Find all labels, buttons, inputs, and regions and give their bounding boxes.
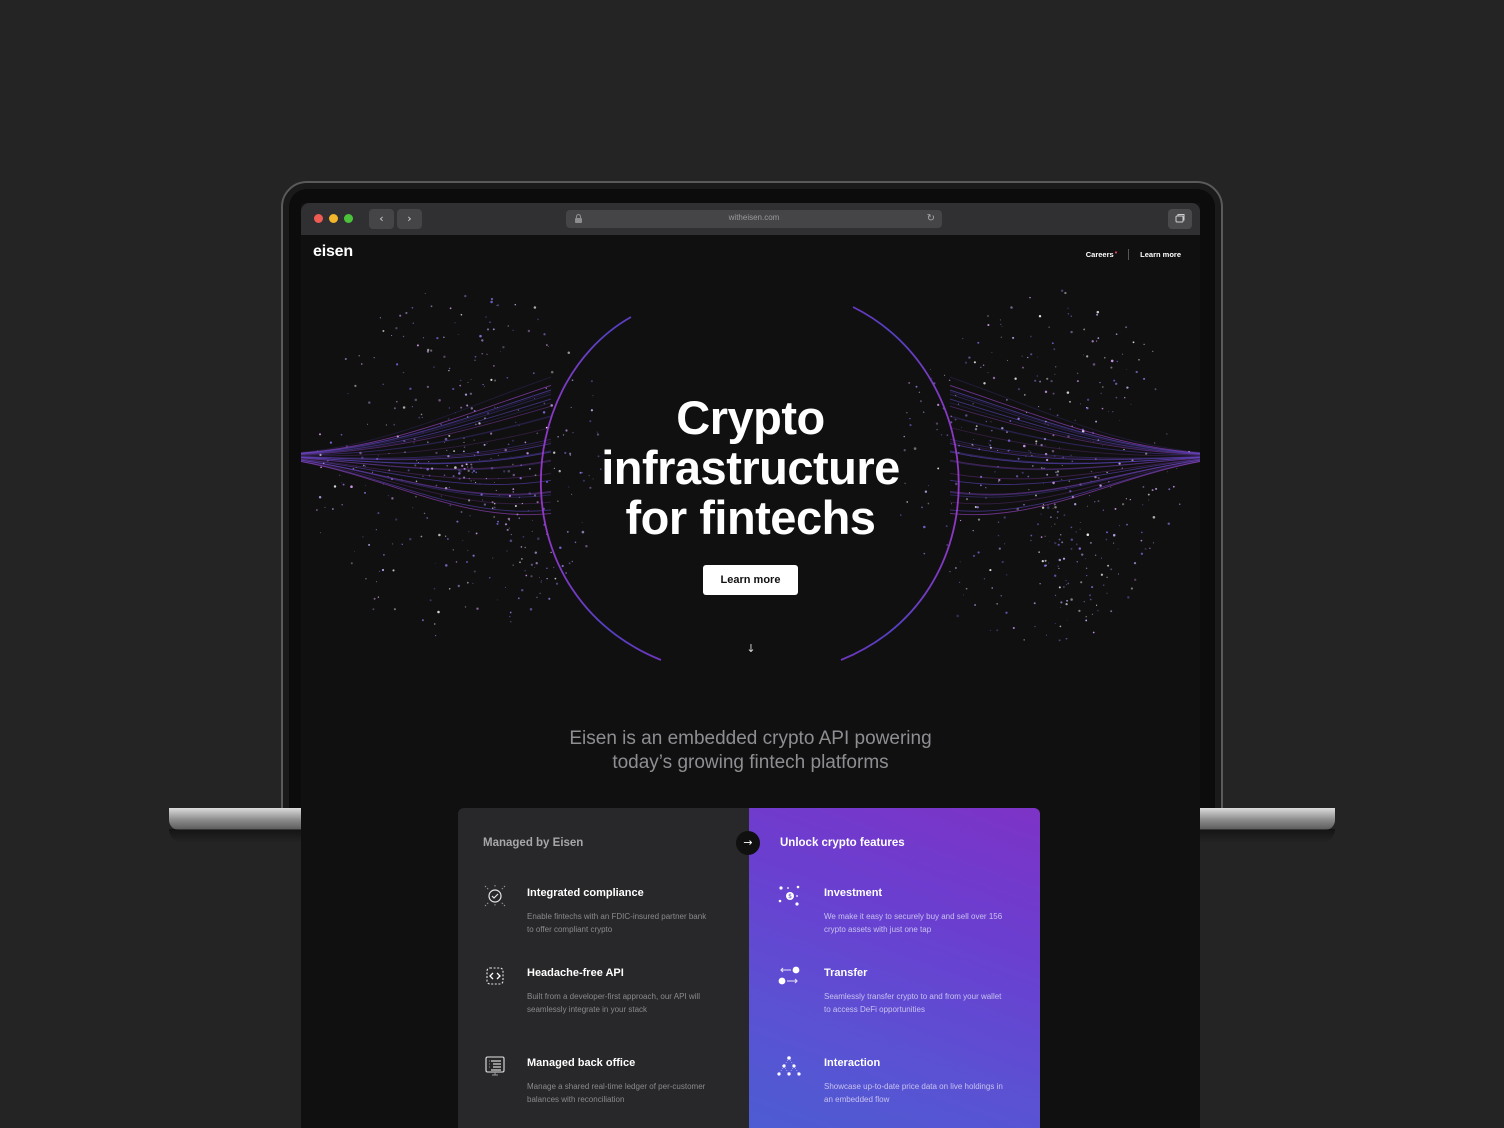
url-text: witheisen.com xyxy=(728,213,780,222)
managed-by-eisen-panel: Managed by Eisen Integrated compliance E… xyxy=(458,808,749,1128)
browser-window: ‹ › witheisen.com ↻ eisen Careers• Learn… xyxy=(301,203,1200,1128)
feature-title: Investment xyxy=(824,887,883,899)
forward-button[interactable]: › xyxy=(397,209,422,229)
maximize-window-button[interactable] xyxy=(344,214,353,223)
unlock-crypto-features-panel: Unlock crypto features $ Investment We m… xyxy=(749,808,1040,1128)
nav-careers-label: Careers xyxy=(1085,250,1114,259)
back-button[interactable]: ‹ xyxy=(369,209,394,229)
tagline-line: today’s growing fintech platforms xyxy=(612,752,889,773)
investment-icon: $ xyxy=(778,885,800,906)
managed-heading: Managed by Eisen xyxy=(483,837,584,849)
learn-more-button[interactable]: Learn more xyxy=(703,565,798,595)
chevron-left-icon: ‹ xyxy=(379,212,384,225)
feature-managed-back-office: Managed back office Manage a shared real… xyxy=(458,1054,749,1124)
tabs-button[interactable] xyxy=(1168,209,1192,229)
feature-description: Enable fintechs with an FDIC-insured par… xyxy=(527,912,707,934)
feature-integrated-compliance: Integrated compliance Enable fintechs wi… xyxy=(458,884,749,954)
arrow-down-icon[interactable]: ↓ xyxy=(742,642,760,656)
feature-transfer: Transfer Seamlessly transfer crypto to a… xyxy=(749,964,1040,1034)
feature-title: Integrated compliance xyxy=(527,887,644,899)
tagline-line: Eisen is an embedded crypto API powering xyxy=(569,728,932,749)
feature-title: Interaction xyxy=(824,1057,881,1069)
hero-title-line: infrastructure xyxy=(601,441,900,494)
ledger-icon xyxy=(485,1056,505,1076)
hero-title-line: for fintechs xyxy=(625,491,876,544)
mockup-stage: ‹ › witheisen.com ↻ eisen Careers• Learn… xyxy=(0,0,1504,1128)
hero-title: Crypto infrastructure for fintechs xyxy=(301,393,1200,543)
feature-description: Showcase up-to-date price data on live h… xyxy=(824,1082,1003,1104)
nav-divider xyxy=(1128,249,1130,260)
feature-headache-free-api: Headache-free API Built from a developer… xyxy=(458,964,749,1034)
compliance-icon xyxy=(484,885,506,907)
reload-icon[interactable]: ↻ xyxy=(927,213,935,224)
feature-title: Transfer xyxy=(824,967,868,979)
address-bar[interactable]: witheisen.com ↻ xyxy=(566,210,942,228)
feature-title: Managed back office xyxy=(527,1057,636,1069)
minimize-window-button[interactable] xyxy=(329,214,338,223)
arrow-right-icon: → xyxy=(736,831,760,855)
hero-title-line: Crypto xyxy=(676,391,825,444)
close-window-button[interactable] xyxy=(314,214,323,223)
api-icon xyxy=(486,967,504,985)
browser-toolbar: ‹ › witheisen.com ↻ xyxy=(301,203,1200,235)
feature-investment: $ Investment We make it easy to securely… xyxy=(749,884,1040,954)
tabs-icon xyxy=(1175,214,1185,223)
nav-learn-more-link[interactable]: Learn more xyxy=(1140,250,1181,259)
feature-description: Built from a developer-first approach, o… xyxy=(527,992,700,1014)
top-navigation: Careers• Learn more xyxy=(1086,249,1181,260)
intro-tagline: Eisen is an embedded crypto API powering… xyxy=(301,727,1200,775)
feature-description: We make it easy to securely buy and sell… xyxy=(824,912,1003,934)
careers-badge: • xyxy=(1114,250,1118,257)
interaction-icon xyxy=(777,1056,801,1076)
feature-description: Manage a shared real-time ledger of per-… xyxy=(527,1082,706,1104)
feature-description: Seamlessly transfer crypto to and from y… xyxy=(824,992,1002,1014)
feature-interaction: Interaction Showcase up-to-date price da… xyxy=(749,1054,1040,1124)
chevron-right-icon: › xyxy=(407,212,412,225)
unlock-heading: Unlock crypto features xyxy=(780,837,905,849)
feature-title: Headache-free API xyxy=(527,967,624,979)
transfer-icon xyxy=(778,966,800,985)
eisen-logo[interactable]: eisen xyxy=(313,243,353,261)
nav-careers-link[interactable]: Careers• xyxy=(1086,250,1117,259)
svg-text:$: $ xyxy=(788,893,792,900)
